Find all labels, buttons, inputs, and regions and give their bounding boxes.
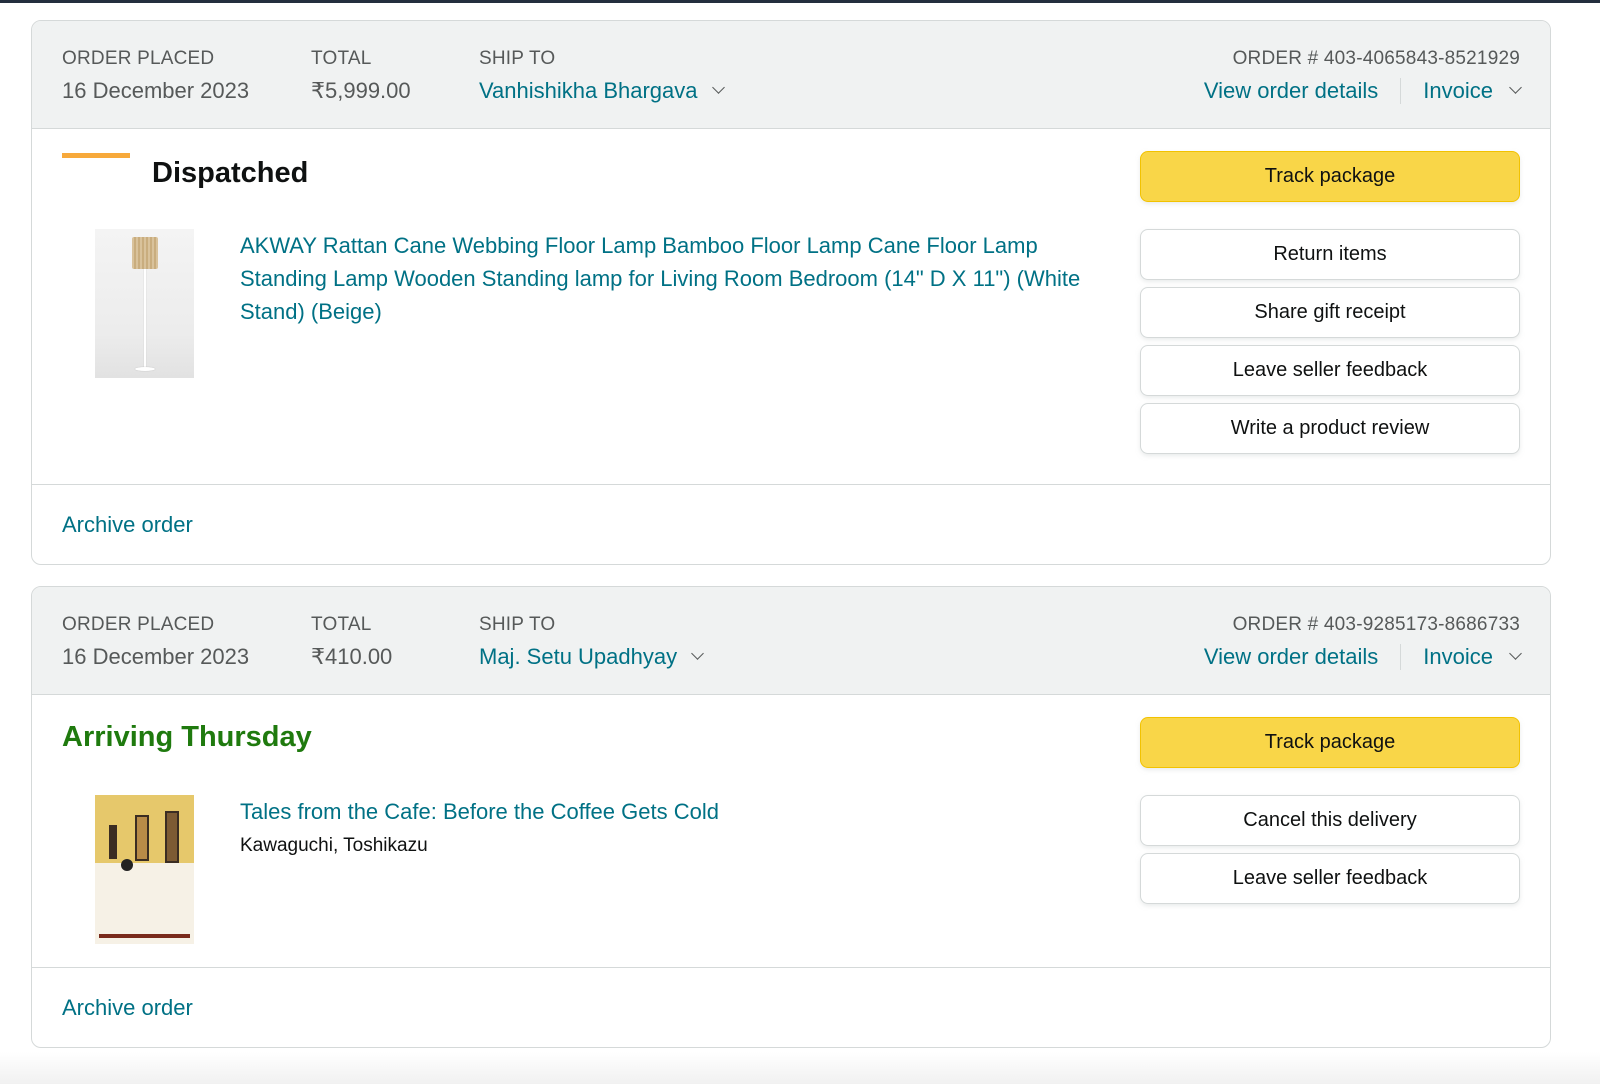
ship-to-dropdown[interactable]: Vanhishikha Bhargava: [479, 75, 725, 107]
shipment-status: Arriving Thursday: [62, 721, 312, 753]
book-cover-chair: [109, 825, 117, 859]
order-placed-date: 16 December 2023: [62, 78, 250, 103]
return-items-button[interactable]: Return items: [1140, 229, 1520, 280]
ship-to-dropdown[interactable]: Maj. Setu Upadhyay: [479, 641, 704, 673]
book-cover-clock: [135, 815, 149, 861]
share-gift-receipt-button[interactable]: Share gift receipt: [1140, 287, 1520, 338]
ship-to-label: SHIP TO: [479, 614, 556, 635]
divider: [1400, 644, 1402, 670]
chevron-down-icon: [1509, 647, 1522, 660]
book-cover-cat: [121, 859, 133, 871]
total-value: ₹5,999.00: [311, 78, 411, 103]
total-column: TOTAL ₹5,999.00: [311, 47, 411, 107]
ship-to-name: Vanhishikha Bhargava: [479, 78, 698, 103]
archive-order-link[interactable]: Archive order: [62, 992, 193, 1024]
divider: [32, 484, 1550, 485]
product-title-link[interactable]: AKWAY Rattan Cane Webbing Floor Lamp Bam…: [240, 229, 1100, 328]
product-image[interactable]: [95, 795, 194, 944]
page-bottom-shadow: [0, 1052, 1600, 1084]
order-number-column: ORDER # 403-9285173-8686733 View order d…: [1204, 613, 1522, 673]
view-order-details-link[interactable]: View order details: [1204, 641, 1378, 673]
top-divider: [0, 0, 1600, 3]
order-number: ORDER # 403-9285173-8686733: [1232, 614, 1520, 635]
total-column: TOTAL ₹410.00: [311, 613, 392, 673]
order-placed-date: 16 December 2023: [62, 644, 250, 669]
order-links: View order details Invoice: [1204, 641, 1522, 673]
ship-to-column: SHIP TO Vanhishikha Bhargava: [479, 47, 725, 107]
divider: [32, 967, 1550, 968]
order-links: View order details Invoice: [1204, 75, 1522, 107]
chevron-down-icon: [691, 647, 704, 660]
view-order-details-link[interactable]: View order details: [1204, 75, 1378, 107]
invoice-label: Invoice: [1423, 78, 1493, 103]
total-value: ₹410.00: [311, 644, 393, 669]
order-card: ORDER PLACED 16 December 2023 TOTAL ₹410…: [31, 586, 1551, 1048]
order-placed-column: ORDER PLACED 16 December 2023: [62, 47, 249, 107]
order-placed-label: ORDER PLACED: [62, 48, 215, 69]
status-indicator-bar: [62, 153, 130, 158]
order-header: ORDER PLACED 16 December 2023 TOTAL ₹410…: [32, 587, 1550, 695]
leave-seller-feedback-button[interactable]: Leave seller feedback: [1140, 345, 1520, 396]
invoice-dropdown[interactable]: Invoice: [1423, 75, 1522, 107]
leave-seller-feedback-button[interactable]: Leave seller feedback: [1140, 853, 1520, 904]
product-author: Kawaguchi, Toshikazu: [240, 835, 428, 856]
order-card: ORDER PLACED 16 December 2023 TOTAL ₹5,9…: [31, 20, 1551, 565]
product-image[interactable]: [95, 229, 194, 378]
lamp-shade: [132, 237, 158, 269]
write-product-review-button[interactable]: Write a product review: [1140, 403, 1520, 454]
order-placed-column: ORDER PLACED 16 December 2023: [62, 613, 249, 673]
archive-order-link[interactable]: Archive order: [62, 509, 193, 541]
track-package-button[interactable]: Track package: [1140, 151, 1520, 202]
ship-to-name: Maj. Setu Upadhyay: [479, 644, 678, 669]
track-package-button[interactable]: Track package: [1140, 717, 1520, 768]
shipment-status: Dispatched: [152, 157, 309, 189]
order-number-column: ORDER # 403-4065843-8521929 View order d…: [1204, 47, 1522, 107]
ship-to-column: SHIP TO Maj. Setu Upadhyay: [479, 613, 704, 673]
divider: [1400, 78, 1402, 104]
book-cover-image: [95, 795, 194, 944]
lamp-pole: [144, 269, 146, 369]
floor-lamp-image: [95, 229, 194, 378]
lamp-base: [135, 367, 155, 371]
order-header: ORDER PLACED 16 December 2023 TOTAL ₹5,9…: [32, 21, 1550, 129]
order-number: ORDER # 403-4065843-8521929: [1232, 48, 1520, 69]
invoice-label: Invoice: [1423, 644, 1493, 669]
order-placed-label: ORDER PLACED: [62, 614, 215, 635]
ship-to-label: SHIP TO: [479, 48, 556, 69]
total-label: TOTAL: [311, 614, 372, 635]
cancel-delivery-button[interactable]: Cancel this delivery: [1140, 795, 1520, 846]
total-label: TOTAL: [311, 48, 372, 69]
product-title-link[interactable]: Tales from the Cafe: Before the Coffee G…: [240, 795, 1100, 828]
chevron-down-icon: [711, 81, 725, 94]
chevron-down-icon: [1509, 81, 1522, 94]
invoice-dropdown[interactable]: Invoice: [1423, 641, 1522, 673]
book-cover-footer: [99, 934, 190, 938]
book-cover-clock: [165, 811, 179, 863]
